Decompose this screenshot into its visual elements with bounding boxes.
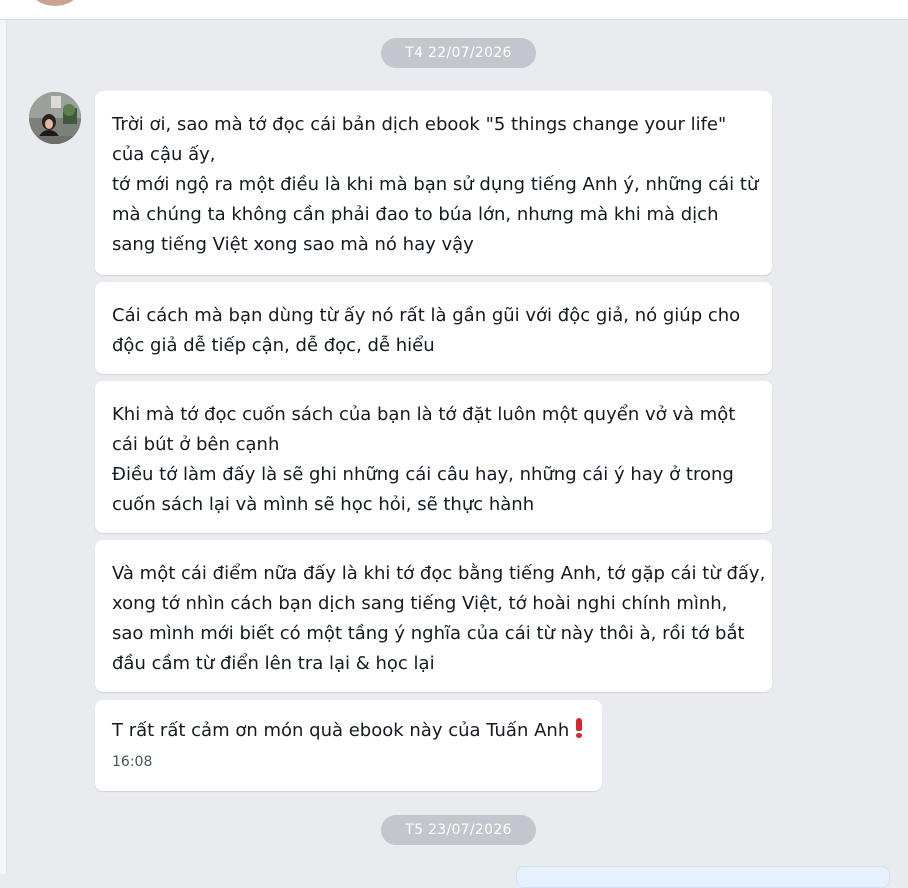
left-panel-edge	[0, 20, 7, 874]
message-text-line: Cái cách mà bạn dùng từ ấy nó rất là gần…	[112, 305, 741, 326]
message-text-line: đầu cầm từ điển lên tra lại & học lại	[112, 653, 435, 674]
exclamation-mark-icon	[575, 718, 583, 738]
message-text-line: cuốn sách lại và mình sẽ học hỏi, sẽ thự…	[112, 494, 535, 515]
message-bubble[interactable]: T rất rất cảm ơn món quà ebook này của T…	[95, 700, 602, 791]
sender-avatar[interactable]	[29, 92, 81, 144]
sender-avatar-photo	[29, 92, 81, 144]
message-text-line: xong tớ nhìn cách bạn dịch sang tiếng Vi…	[112, 593, 728, 614]
message-bubble[interactable]: Khi mà tớ đọc cuốn sách của bạn là tớ đặ…	[95, 381, 772, 533]
message-text-line: Khi mà tớ đọc cuốn sách của bạn là tớ đặ…	[112, 404, 736, 425]
message-text-line: của cậu ấy,	[112, 144, 216, 165]
message-text-line: sao mình mới biết có một tầng ý nghĩa củ…	[112, 623, 745, 644]
message-bubble[interactable]: Và một cái điểm nữa đấy là khi tớ đọc bằ…	[95, 540, 772, 692]
outgoing-message-bubble[interactable]	[516, 866, 890, 888]
message-text-line: mà chúng ta không cần phải đao to búa lớ…	[112, 204, 719, 225]
date-separator: T5 23/07/2026	[381, 815, 536, 845]
message-text-line: Trời ơi, sao mà tớ đọc cái bản dịch eboo…	[112, 114, 727, 135]
message-text-line: cái bút ở bên cạnh	[112, 434, 280, 455]
message-text-line: độc giả dễ tiếp cận, dễ đọc, dễ hiểu	[112, 335, 435, 356]
message-text-line: tớ mới ngộ ra một điều là khi mà bạn sử …	[112, 174, 759, 195]
message-text-line: sang tiếng Việt xong sao mà nó hay vậy	[112, 234, 474, 255]
message-text-line: Và một cái điểm nữa đấy là khi tớ đọc bằ…	[112, 563, 766, 584]
message-bubble[interactable]: Trời ơi, sao mà tớ đọc cái bản dịch eboo…	[95, 91, 772, 275]
message-timestamp: 16:08	[112, 754, 153, 770]
message-text: T rất rất cảm ơn món quà ebook này của T…	[112, 720, 570, 741]
previous-conversation-header	[0, 0, 908, 20]
header-avatar	[30, 0, 80, 6]
message-text-line: T rất rất cảm ơn món quà ebook này của T…	[112, 716, 585, 746]
message-bubble[interactable]: Cái cách mà bạn dùng từ ấy nó rất là gần…	[95, 282, 772, 374]
date-separator: T4 22/07/2026	[381, 38, 536, 68]
message-text-line: Điều tớ làm đấy là sẽ ghi những cái câu …	[112, 464, 734, 485]
